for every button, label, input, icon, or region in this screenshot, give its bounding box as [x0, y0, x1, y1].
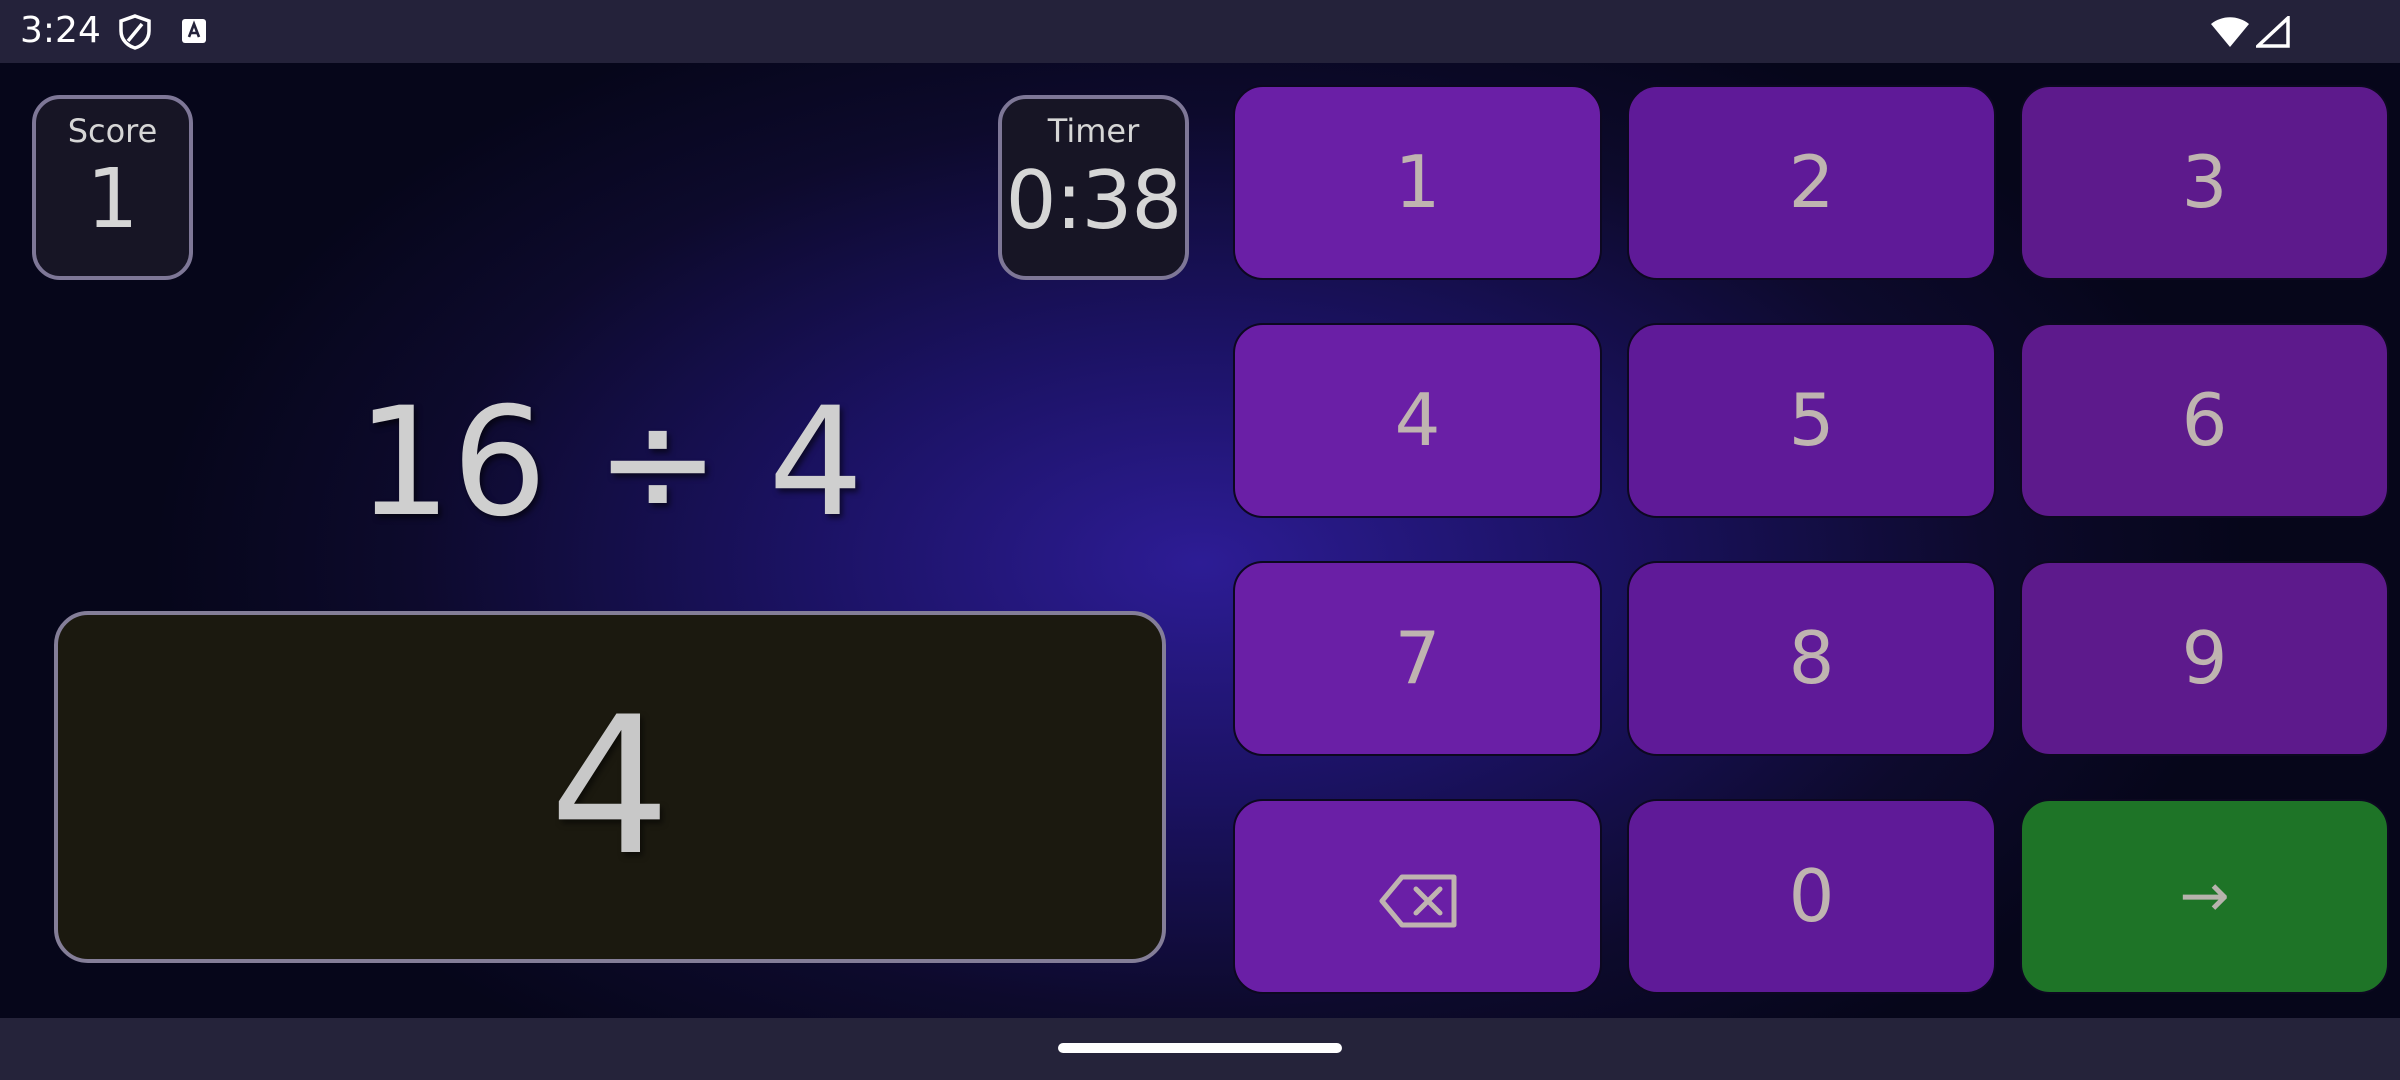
keyboard-notification-icon — [181, 18, 207, 49]
navigation-bar — [0, 1018, 2400, 1080]
score-value: 1 — [86, 152, 139, 247]
key-3[interactable]: 3 — [2020, 85, 2389, 280]
status-bar: 3:24 — [0, 0, 2400, 63]
answer-display: 4 — [54, 611, 1166, 963]
key-5[interactable]: 5 — [1627, 323, 1996, 518]
backspace-icon — [1378, 854, 1458, 938]
timer-value: 0:38 — [1005, 154, 1183, 247]
key-0[interactable]: 0 — [1627, 799, 1996, 994]
timer-label: Timer — [1047, 112, 1140, 150]
score-label: Score — [67, 112, 158, 150]
math-problem: 16 ÷ 4 — [356, 376, 864, 550]
submit-button[interactable]: → — [2020, 799, 2389, 994]
key-8[interactable]: 8 — [1627, 561, 1996, 756]
key-1[interactable]: 1 — [1233, 85, 1602, 280]
key-7[interactable]: 7 — [1233, 561, 1602, 756]
key-2[interactable]: 2 — [1627, 85, 1996, 280]
shield-icon — [118, 14, 152, 55]
key-9[interactable]: 9 — [2020, 561, 2389, 756]
key-6[interactable]: 6 — [2020, 323, 2389, 518]
cellular-signal-icon — [2253, 13, 2290, 53]
home-gesture-handle[interactable] — [1058, 1043, 1342, 1053]
backspace-button[interactable] — [1233, 799, 1602, 994]
timer-box: Timer 0:38 — [998, 95, 1189, 280]
math-game-screen: Score 1 Timer 0:38 16 ÷ 4 4 1 2 3 4 5 6 … — [0, 63, 2400, 1018]
arrow-right-icon: → — [2179, 861, 2230, 931]
key-4[interactable]: 4 — [1233, 323, 1602, 518]
wifi-icon — [2210, 16, 2250, 53]
status-time: 3:24 — [20, 10, 101, 51]
score-box: Score 1 — [32, 95, 193, 280]
